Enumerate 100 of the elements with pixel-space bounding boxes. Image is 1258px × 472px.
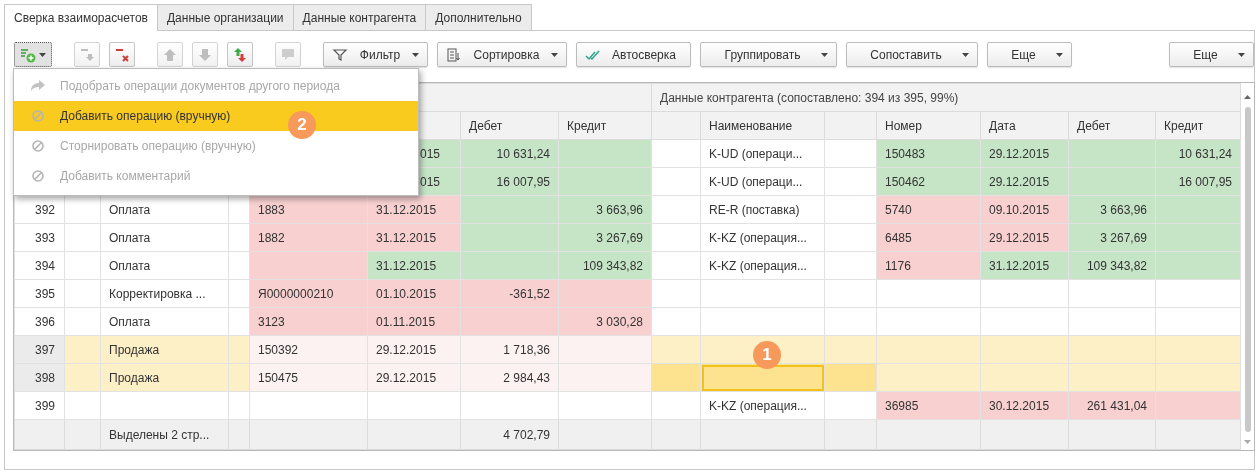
table-cell: 150392 <box>249 335 368 364</box>
table-cell: 3 663,96 <box>1068 195 1156 224</box>
table-cell: 30.12.2015 <box>980 391 1069 420</box>
toolbar-button[interactable]: Автосверка <box>576 42 691 67</box>
table-cell: 29.12.2015 <box>980 167 1069 196</box>
menu-label: Добавить операцию (вручную) <box>60 109 231 123</box>
row-number: 399 <box>14 391 65 420</box>
comment-icon <box>280 46 296 63</box>
table-cell: 5740 <box>876 195 981 224</box>
table-cell: Продажа <box>100 363 229 392</box>
table-cell: Корректировка ... <box>100 279 229 308</box>
table-cell: 29.12.2015 <box>367 363 461 392</box>
swap-arrows-icon <box>232 46 248 63</box>
table-cell: 16 007,95 <box>1155 167 1241 196</box>
table-cell: 29.12.2015 <box>367 335 461 364</box>
row-number: 397 <box>14 335 65 364</box>
table-cell: K-UD (операци... <box>700 167 825 196</box>
selection-summary: Выделены 2 стр... <box>100 419 229 450</box>
add-menu-button[interactable] <box>14 42 52 67</box>
more-button[interactable]: Еще <box>1169 42 1254 67</box>
tab[interactable]: Дополнительно <box>425 4 532 30</box>
scroll-up-icon[interactable] <box>1244 95 1251 99</box>
table-cell: -361,52 <box>460 279 559 308</box>
table-cell: K-KZ (операция... <box>700 391 825 420</box>
table-cell: 1 718,36 <box>460 335 559 364</box>
scroll-down-icon[interactable] <box>1244 440 1251 444</box>
column-header: Наименование <box>700 111 825 140</box>
total-cell: 4 702,79 <box>460 419 559 450</box>
table-cell: 1883 <box>249 195 368 224</box>
table-cell: 01.10.2015 <box>367 279 461 308</box>
forbidden-icon <box>30 169 46 183</box>
tab[interactable]: Данные контрагента <box>292 4 427 30</box>
row-number: 398 <box>14 363 65 392</box>
row-number: 394 <box>14 251 65 280</box>
table-cell: RE-R (поставка) <box>700 195 825 224</box>
table-cell: 10 631,24 <box>1155 139 1241 168</box>
table-cell: Оплата <box>100 251 229 280</box>
row-number: 393 <box>14 223 65 252</box>
table-cell: 3 663,96 <box>558 195 652 224</box>
toolbar-button[interactable]: Группировать <box>700 42 837 67</box>
row-number: 395 <box>14 279 65 308</box>
menu-label: Добавить комментарий <box>60 169 191 183</box>
toolbar-button[interactable]: Сопоставить <box>846 42 978 67</box>
column-header: Номер <box>876 111 981 140</box>
table-cell: 3 030,28 <box>558 307 652 336</box>
column-header: Дебет <box>460 111 559 140</box>
table-cell: 09.10.2015 <box>980 195 1069 224</box>
column-header: Дебет <box>1068 111 1156 140</box>
forbidden-icon <box>30 139 46 153</box>
table-cell: 29.12.2015 <box>980 223 1069 252</box>
table-cell: 31.12.2015 <box>367 251 461 280</box>
toolbar-button[interactable] <box>109 42 135 67</box>
table-cell: K-UD (операци... <box>700 139 825 168</box>
table-cell: 150483 <box>876 139 981 168</box>
table-cell: 31.12.2015 <box>980 251 1069 280</box>
forbidden-icon <box>30 109 46 123</box>
table-cell: Оплата <box>100 307 229 336</box>
column-header: Дата <box>980 111 1069 140</box>
toolbar-button[interactable] <box>227 42 253 67</box>
table-cell: 3 267,69 <box>1068 223 1156 252</box>
tab[interactable]: Сверка взаиморасчетов <box>4 4 158 31</box>
toolbar-button[interactable]: Еще <box>987 42 1072 67</box>
column-header: Кредит <box>1155 111 1241 140</box>
menu-label: Сторнировать операцию (вручную) <box>60 139 256 153</box>
table-cell: 1176 <box>876 251 981 280</box>
table-cell: 261 431,04 <box>1068 391 1156 420</box>
arrow-down-icon <box>197 46 213 63</box>
add-row-icon <box>20 46 36 63</box>
table-cell: 10 631,24 <box>460 139 559 168</box>
filter-icon <box>332 46 348 63</box>
table-cell: 31.12.2015 <box>367 223 461 252</box>
table-cell: 16 007,95 <box>460 167 559 196</box>
scroll-thumb[interactable] <box>1244 107 1251 432</box>
table-cell: K-KZ (операция... <box>700 223 825 252</box>
table-cell: 29.12.2015 <box>980 139 1069 168</box>
table-cell: 6485 <box>876 223 981 252</box>
table-cell: 36985 <box>876 391 981 420</box>
list-icon <box>446 46 462 63</box>
delete-icon <box>114 46 130 63</box>
table-cell: 2 984,43 <box>460 363 559 392</box>
toolbar-button[interactable]: Сортировка <box>437 42 567 67</box>
table-cell: 3 267,69 <box>558 223 652 252</box>
table-cell: Оплата <box>100 223 229 252</box>
toolbar-button[interactable]: Фильтр <box>323 42 428 67</box>
table-cell: 3123 <box>249 307 368 336</box>
table-cell: 31.12.2015 <box>367 195 461 224</box>
column-group-header: Данные контрагента (сопоставлено: 394 из 395, 99%) <box>651 83 1241 112</box>
table-cell: 01.11.2015 <box>367 307 461 336</box>
column-header: Кредит <box>558 111 652 140</box>
table-cell: K-KZ (операция... <box>700 251 825 280</box>
table-cell: Продажа <box>100 335 229 364</box>
table-cell: 1882 <box>249 223 368 252</box>
arrow-up-icon <box>162 46 178 63</box>
table-cell: 150462 <box>876 167 981 196</box>
table-cell: 150475 <box>249 363 368 392</box>
table-cell: 109 343,82 <box>1068 251 1156 280</box>
table-cell: Я0000000210 <box>249 279 368 308</box>
tab[interactable]: Данные организации <box>156 4 294 30</box>
row-number: 396 <box>14 307 65 336</box>
arrow-down-icon <box>79 46 95 63</box>
